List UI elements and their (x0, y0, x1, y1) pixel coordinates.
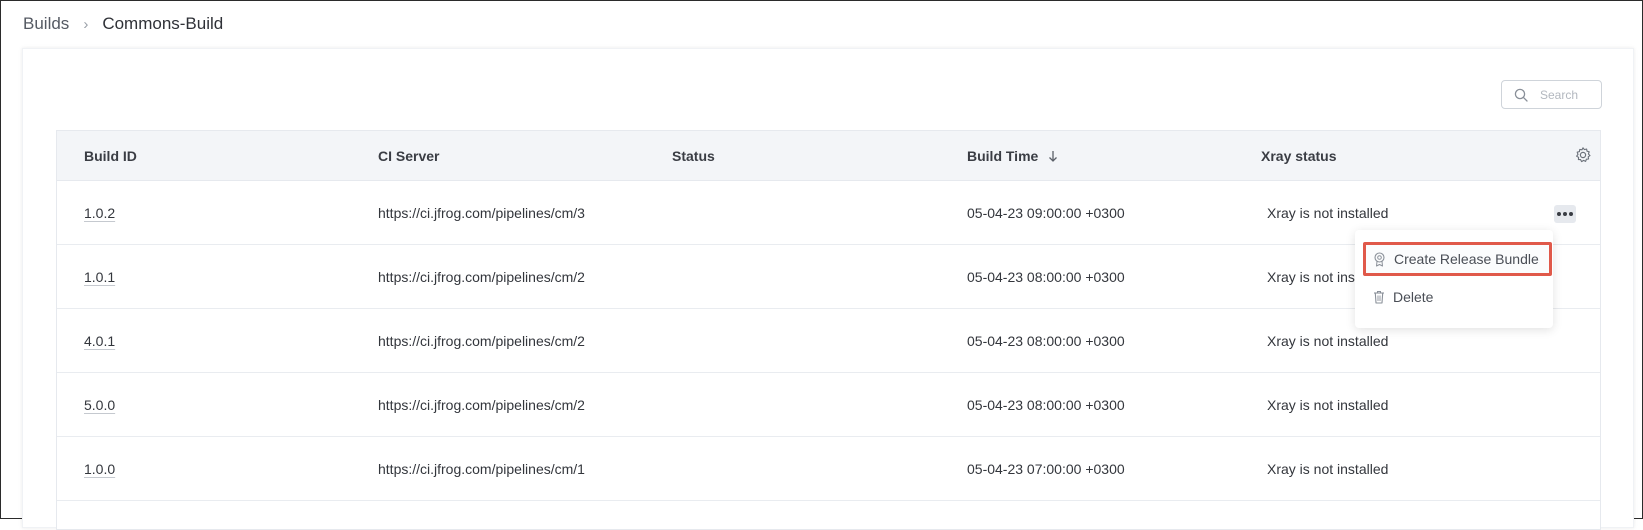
ci-server-cell: https://ci.jfrog.com/pipelines/cm/2 (378, 333, 585, 349)
breadcrumb-current: Commons-Build (102, 14, 224, 33)
trash-icon (1373, 290, 1385, 304)
more-dot-icon (1569, 212, 1573, 216)
search-box[interactable] (1501, 80, 1608, 109)
ci-server-cell: https://ci.jfrog.com/pipelines/cm/3 (378, 205, 585, 221)
column-header-ci-server[interactable]: CI Server (378, 131, 439, 181)
menu-item-create-release-bundle[interactable]: Create Release Bundle (1363, 242, 1552, 276)
build-id-cell[interactable]: 4.0.1 (84, 309, 115, 373)
column-header-build-time[interactable]: Build Time (967, 131, 1058, 181)
xray-status-cell: Xray is not installed (1267, 397, 1389, 413)
build-time-cell: 05-04-23 08:00:00 +0300 (967, 333, 1125, 349)
build-id-cell[interactable]: 1.0.0 (84, 437, 115, 501)
builds-table: Build ID CI Server Status Build Time Xra… (56, 130, 1601, 530)
breadcrumb-builds-link[interactable]: Builds (23, 14, 69, 34)
column-header-build-id[interactable]: Build ID (84, 131, 137, 181)
xray-status-cell: Xray is not installed (1267, 461, 1389, 477)
build-time-cell: 05-04-23 08:00:00 +0300 (967, 397, 1125, 413)
ci-server-cell: https://ci.jfrog.com/pipelines/cm/1 (378, 461, 585, 477)
ci-server-cell: https://ci.jfrog.com/pipelines/cm/2 (378, 269, 585, 285)
menu-item-label: Create Release Bundle (1394, 251, 1539, 267)
ci-server-cell: https://ci.jfrog.com/pipelines/cm/2 (378, 397, 585, 413)
build-time-cell: 05-04-23 07:00:00 +0300 (967, 461, 1125, 477)
menu-item-delete[interactable]: Delete (1363, 280, 1544, 314)
table-row[interactable]: 1.0.0 https://ci.jfrog.com/pipelines/cm/… (57, 437, 1600, 501)
breadcrumb: Builds › Commons-Build (23, 13, 223, 35)
column-header-status[interactable]: Status (672, 131, 715, 181)
search-input[interactable] (1538, 86, 1608, 103)
table-row[interactable]: 5.0.0 https://ci.jfrog.com/pipelines/cm/… (57, 373, 1600, 437)
build-id-cell[interactable]: 5.0.0 (84, 373, 115, 437)
column-header-xray-status[interactable]: Xray status (1261, 131, 1336, 181)
table-header: Build ID CI Server Status Build Time Xra… (57, 131, 1600, 181)
gear-icon[interactable] (1572, 144, 1594, 166)
more-dot-icon (1563, 212, 1567, 216)
row-actions-menu: Create Release Bundle Delete (1355, 230, 1553, 328)
build-time-cell: 05-04-23 08:00:00 +0300 (967, 269, 1125, 285)
more-dot-icon (1557, 212, 1561, 216)
menu-item-label: Delete (1393, 289, 1434, 305)
row-actions-more-button[interactable] (1554, 205, 1576, 223)
xray-status-cell: Xray is not ins (1267, 269, 1355, 285)
sort-down-arrow-icon[interactable] (1048, 150, 1058, 162)
build-id-cell[interactable]: 1.0.1 (84, 245, 115, 309)
column-header-build-time-label: Build Time (967, 148, 1039, 164)
release-bundle-icon (1373, 251, 1386, 267)
build-time-cell: 05-04-23 09:00:00 +0300 (967, 205, 1125, 221)
search-icon (1514, 88, 1528, 102)
breadcrumb-separator: › (83, 15, 89, 33)
build-id-cell[interactable]: 1.0.2 (84, 181, 115, 245)
